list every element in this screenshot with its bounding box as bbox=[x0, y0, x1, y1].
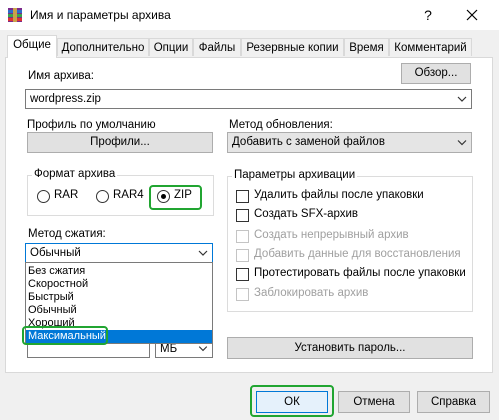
radio-rar-label: RAR bbox=[54, 189, 79, 201]
zip-highlight bbox=[149, 185, 202, 210]
checkbox-lock-archive bbox=[236, 288, 249, 301]
archive-name-input[interactable]: wordpress.zip bbox=[25, 89, 472, 109]
maximum-highlight bbox=[22, 326, 108, 345]
option-no-compression[interactable]: Без сжатия bbox=[26, 265, 212, 278]
chevron-down-icon bbox=[457, 96, 467, 102]
compression-method-value: Обычный bbox=[30, 247, 81, 259]
archive-name-label: Имя архива: bbox=[28, 70, 95, 82]
browse-button[interactable]: Обзор... bbox=[401, 63, 471, 84]
checkbox-test-files[interactable] bbox=[236, 268, 249, 281]
cancel-button[interactable]: Отмена bbox=[338, 391, 410, 413]
radio-rar[interactable] bbox=[37, 190, 50, 203]
tab-files[interactable]: Файлы bbox=[193, 38, 241, 56]
checkbox-solid-archive-label: Создать непрерывный архив bbox=[254, 229, 409, 241]
checkbox-recovery-record-label: Добавить данные для восстановления bbox=[254, 248, 461, 260]
tab-backup[interactable]: Резервные копии bbox=[241, 38, 344, 56]
close-window-button[interactable] bbox=[460, 4, 484, 26]
tab-time[interactable]: Время bbox=[344, 38, 389, 56]
profiles-button[interactable]: Профили... bbox=[27, 132, 213, 153]
chevron-down-icon bbox=[457, 140, 467, 146]
set-password-button[interactable]: Установить пароль... bbox=[227, 337, 473, 359]
option-fastest[interactable]: Скоростной bbox=[26, 278, 212, 291]
help-title-button[interactable]: ? bbox=[416, 4, 440, 26]
compression-method-select[interactable]: Обычный bbox=[25, 243, 213, 263]
tab-advanced[interactable]: Дополнительно bbox=[57, 38, 149, 56]
checkbox-create-sfx[interactable] bbox=[236, 209, 249, 222]
radio-rar4[interactable] bbox=[96, 190, 109, 203]
chevron-down-icon bbox=[198, 250, 208, 256]
checkbox-delete-files-label: Удалить файлы после упаковки bbox=[254, 189, 424, 201]
tab-general[interactable]: Общие bbox=[7, 35, 57, 58]
checkbox-recovery-record bbox=[236, 249, 249, 262]
archive-format-title: Формат архива bbox=[32, 168, 118, 180]
ok-highlight bbox=[250, 385, 334, 417]
archive-params-title: Параметры архивации bbox=[232, 169, 358, 181]
update-method-value: Добавить с заменой файлов bbox=[232, 136, 385, 148]
checkbox-solid-archive bbox=[236, 230, 249, 243]
winrar-app-icon bbox=[7, 7, 23, 23]
tab-comment[interactable]: Комментарий bbox=[389, 38, 472, 56]
window-title: Имя и параметры архива bbox=[30, 8, 171, 22]
split-unit-value: МБ bbox=[160, 343, 178, 355]
update-method-label: Метод обновления: bbox=[229, 119, 333, 131]
profile-label: Профиль по умолчанию bbox=[27, 119, 156, 131]
radio-rar4-label: RAR4 bbox=[113, 189, 144, 201]
option-normal[interactable]: Обычный bbox=[26, 304, 212, 317]
checkbox-lock-archive-label: Заблокировать архив bbox=[254, 287, 369, 299]
checkbox-delete-files[interactable] bbox=[236, 190, 249, 203]
close-icon bbox=[466, 9, 478, 21]
tab-options[interactable]: Опции bbox=[149, 38, 193, 56]
compression-method-label: Метод сжатия: bbox=[28, 228, 106, 240]
archive-name-value: wordpress.zip bbox=[30, 93, 101, 105]
option-fast[interactable]: Быстрый bbox=[26, 291, 212, 304]
help-button[interactable]: Справка bbox=[417, 391, 490, 413]
update-method-select[interactable]: Добавить с заменой файлов bbox=[227, 132, 472, 153]
checkbox-create-sfx-label: Создать SFX-архив bbox=[254, 208, 359, 220]
checkbox-test-files-label: Протестировать файлы после упаковки bbox=[254, 267, 466, 279]
